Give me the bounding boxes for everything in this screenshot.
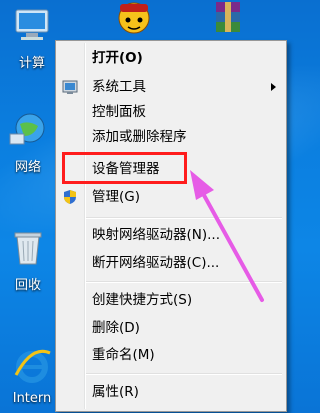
annotation-arrow-icon	[190, 170, 264, 302]
